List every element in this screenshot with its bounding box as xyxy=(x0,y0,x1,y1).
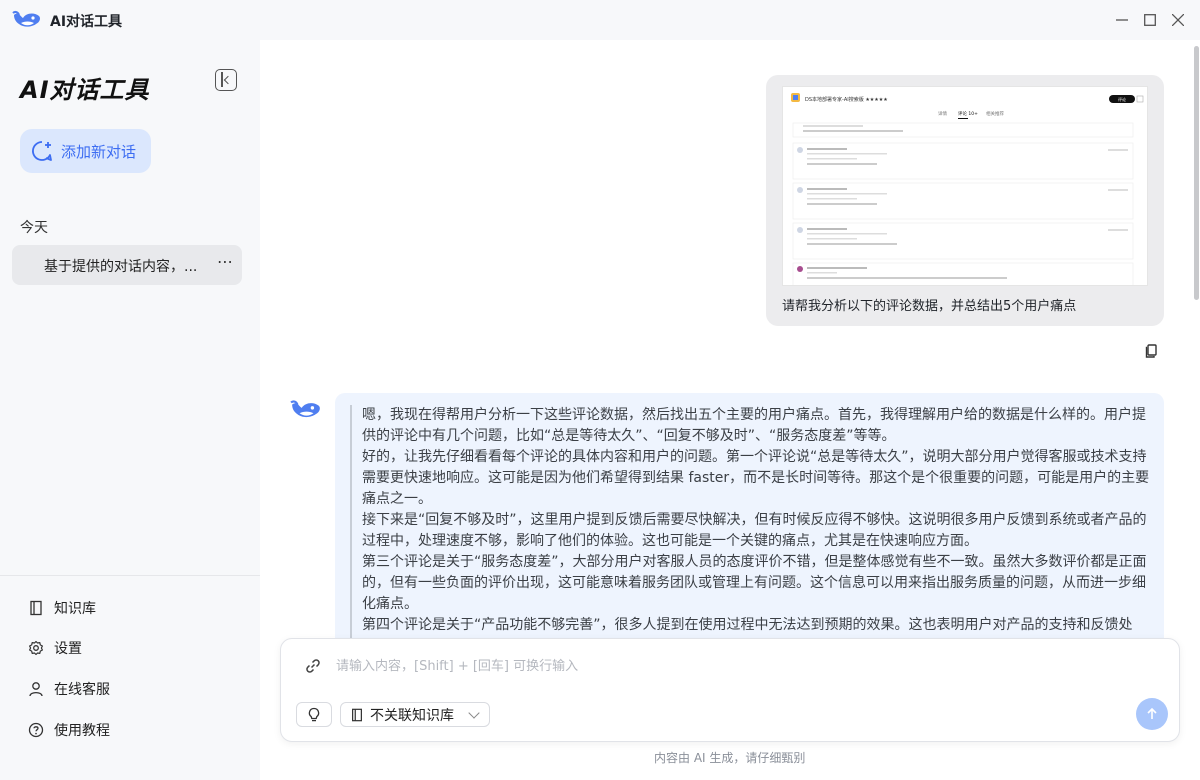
maximize-button[interactable] xyxy=(1138,8,1162,32)
ai-avatar-icon xyxy=(290,400,320,418)
copy-button[interactable] xyxy=(1143,342,1161,360)
chat-plus-icon xyxy=(32,141,52,161)
new-chat-button[interactable]: 添加新对话 xyxy=(20,129,151,173)
sidebar: AI对话工具 添加新对话 今天 基于提供的对话内容，... ⋯ 知识库 设置 在… xyxy=(0,40,260,780)
sidebar-brand: AI对话工具 xyxy=(20,76,150,104)
new-chat-label: 添加新对话 xyxy=(61,142,137,161)
window-title: AI对话工具 xyxy=(50,14,123,30)
knowledge-base-select[interactable]: 不关联知识库 xyxy=(340,702,490,727)
sidebar-item-label: 使用教程 xyxy=(54,723,110,739)
gear-icon xyxy=(29,640,43,656)
chevron-down-icon xyxy=(468,707,480,719)
book-icon xyxy=(30,600,42,616)
ai-message-bubble: 嗯，我现在得帮用户分析一下这些评论数据，然后找出五个主要的用户痛点。首先，我得理… xyxy=(335,393,1164,638)
reasoning-quote-bar xyxy=(350,405,352,638)
send-button[interactable] xyxy=(1136,698,1168,730)
sidebar-item-label: 在线客服 xyxy=(54,682,110,698)
user-icon xyxy=(29,682,43,697)
copy-icon xyxy=(1145,344,1157,358)
conversation-title: 基于提供的对话内容，... xyxy=(44,259,198,275)
section-heading-today: 今天 xyxy=(20,220,48,236)
minimize-icon xyxy=(1116,19,1128,21)
chat-input[interactable] xyxy=(336,654,1136,678)
sidebar-item-tutorial[interactable]: 使用教程 xyxy=(28,718,228,742)
more-options-icon[interactable]: ⋯ xyxy=(217,252,234,271)
sidebar-item-knowledge-base[interactable]: 知识库 xyxy=(28,596,228,620)
screenshot-tab: 详情 xyxy=(938,110,947,117)
help-circle-icon xyxy=(28,722,44,738)
sidebar-item-online-support[interactable]: 在线客服 xyxy=(28,677,228,701)
screenshot-tab: 相关推荐 xyxy=(986,110,1004,117)
ai-paragraph: 好的，让我先仔细看看每个评论的具体内容和用户的问题。第一个评论说“总是等待太久”… xyxy=(362,449,1150,507)
collapse-sidebar-icon[interactable] xyxy=(215,69,237,91)
attached-screenshot[interactable]: DS本地部署专家-AI搜索版 ★★★★★ 评论 详情 评论 10+ 相关推荐 xyxy=(782,86,1148,286)
close-icon xyxy=(1172,14,1184,26)
sidebar-divider xyxy=(0,575,260,576)
app-logo-icon xyxy=(12,10,40,27)
sidebar-item-settings[interactable]: 设置 xyxy=(28,636,228,660)
minimize-button[interactable] xyxy=(1110,8,1134,32)
link-icon xyxy=(306,659,320,673)
user-message-text: 请帮我分析以下的评论数据，并总结出5个用户痛点 xyxy=(782,299,1077,314)
deep-think-button[interactable] xyxy=(296,702,332,727)
ai-paragraph: 第四个评论是关于“产品功能不够完善”，很多人提到在使用过程中无法达到预期的效果。… xyxy=(362,617,1133,633)
lightbulb-icon xyxy=(308,707,320,721)
screenshot-button-label: 评论 xyxy=(1118,96,1126,102)
title-bar: AI对话工具 xyxy=(0,0,1200,40)
ai-paragraph: 第三个评论是关于“服务态度差”，大部分用户对客服人员的态度评价不错，但是整体感觉… xyxy=(362,554,1147,612)
close-button[interactable] xyxy=(1166,8,1190,32)
book-icon xyxy=(352,708,362,721)
review-screenshot-image: DS本地部署专家-AI搜索版 ★★★★★ 评论 详情 评论 10+ 相关推荐 xyxy=(791,93,1144,285)
sidebar-item-label: 知识库 xyxy=(54,601,96,617)
screenshot-title: DS本地部署专家-AI搜索版 ★★★★★ xyxy=(805,96,888,103)
knowledge-base-select-value: 不关联知识库 xyxy=(370,707,454,724)
arrow-up-icon xyxy=(1147,707,1157,719)
ai-disclaimer: 内容由 AI 生成，请仔细甄别 xyxy=(654,751,806,765)
sidebar-item-label: 设置 xyxy=(54,641,82,657)
conversation-item[interactable]: 基于提供的对话内容，... ⋯ xyxy=(12,245,242,285)
maximize-icon xyxy=(1144,14,1156,26)
ai-paragraph: 接下来是“回复不够及时”，这里用户提到反馈后需要尽快解决，但有时候反应得不够快。… xyxy=(362,512,1147,549)
screenshot-tab: 评论 10+ xyxy=(958,110,978,117)
scrollbar-thumb[interactable] xyxy=(1194,46,1199,300)
ai-paragraph: 嗯，我现在得帮用户分析一下这些评论数据，然后找出五个主要的用户痛点。首先，我得理… xyxy=(362,407,1146,444)
attach-link-button[interactable] xyxy=(303,656,323,676)
